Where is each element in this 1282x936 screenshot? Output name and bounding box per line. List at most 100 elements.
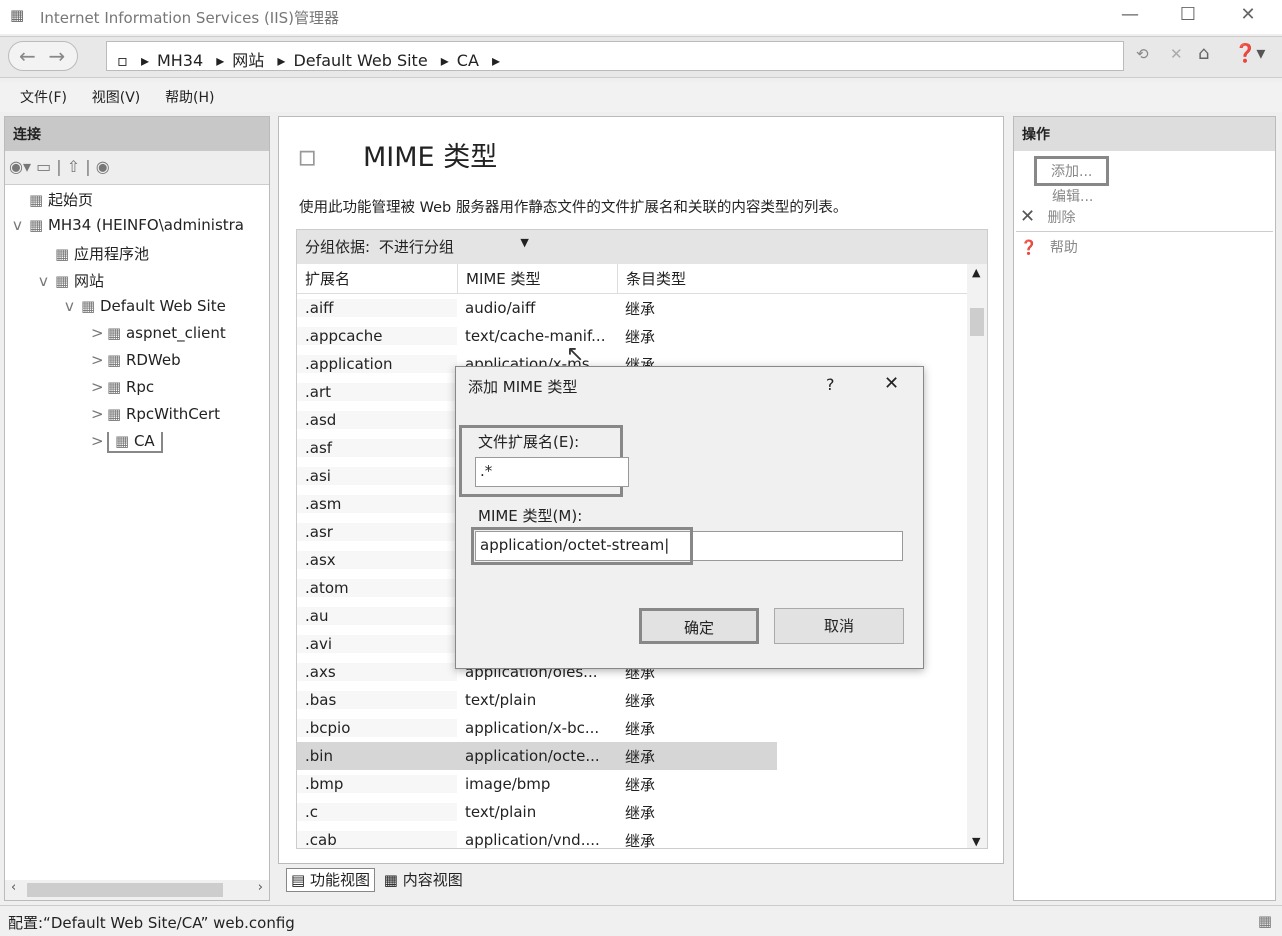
tree-node-label: 应用程序池 <box>73 245 149 263</box>
node-icon: ▦ <box>107 405 126 423</box>
breadcrumb-item[interactable]: Default Web Site <box>293 51 427 70</box>
group-by-select[interactable]: 不进行分组 ▼ <box>379 236 529 257</box>
node-icon: ▦ <box>29 216 48 234</box>
expand-icon[interactable]: > <box>91 351 107 369</box>
cell-extension: .aiff <box>297 299 457 317</box>
tree-node[interactable]: > ▦ RpcWithCert <box>5 405 269 432</box>
connections-tree: ▦ 起始页 v ▦ MH34 (HEINFO\administra ▦ 应用程序池… <box>5 185 269 459</box>
stop-icon[interactable]: ✕ <box>1170 45 1183 63</box>
dialog-close-button[interactable]: ✕ <box>884 373 899 394</box>
help-dropdown-icon[interactable]: ❓▾ <box>1234 43 1265 64</box>
cell-entry-type: 继承 <box>625 691 656 710</box>
cell-entry-type: 继承 <box>625 299 656 318</box>
back-forward-buttons[interactable]: ← → <box>8 41 78 71</box>
tab-label: 功能视图 <box>309 871 370 889</box>
node-icon: ▦ <box>107 378 126 396</box>
cell-extension: .axs <box>297 663 457 681</box>
node-icon: ▦ <box>81 297 100 315</box>
column-mime-type[interactable]: MIME 类型 <box>457 264 617 293</box>
table-row[interactable]: .bmp image/bmp 继承 <box>297 770 987 798</box>
menu-file[interactable]: 文件(F) <box>20 87 67 107</box>
menu-help[interactable]: 帮助(H) <box>165 87 214 107</box>
tree-node[interactable]: v ▦ MH34 (HEINFO\administra <box>5 216 269 243</box>
tree-node[interactable]: > ▦ Rpc <box>5 378 269 405</box>
cell-mime-type: application/octe... <box>465 747 600 765</box>
cancel-button[interactable]: 取消 <box>774 608 904 644</box>
column-entry-type[interactable]: 条目类型 <box>617 264 777 293</box>
tree-node[interactable]: ▦ 起始页 <box>5 189 269 216</box>
cell-mime-type: image/bmp <box>465 775 551 793</box>
cell-extension: .bmp <box>297 775 457 793</box>
expand-icon[interactable]: v <box>39 272 55 290</box>
table-row[interactable]: .appcache text/cache-manif... 继承 <box>297 322 987 350</box>
home-icon[interactable]: ⌂ <box>1198 43 1209 64</box>
table-row[interactable]: .cab application/vnd.... 继承 <box>297 826 987 849</box>
disconnect-icon[interactable]: ◉ <box>96 157 110 176</box>
cell-extension: .c <box>297 803 457 821</box>
expand-icon[interactable]: v <box>13 216 29 234</box>
status-text: 配置:“Default Web Site/CA” web.config <box>8 914 295 932</box>
tree-node[interactable]: v ▦ Default Web Site <box>5 297 269 324</box>
cell-mime-type: text/cache-manif... <box>465 327 606 345</box>
tree-node[interactable]: > ▦ RDWeb <box>5 351 269 378</box>
connect-icon[interactable]: ◉▾ <box>9 157 31 176</box>
table-row[interactable]: .bas text/plain 继承 <box>297 686 987 714</box>
tree-node-label: 网站 <box>73 272 104 290</box>
breadcrumb-item[interactable]: 网站 <box>232 51 264 70</box>
node-icon: ▦ <box>107 351 126 369</box>
expand-icon[interactable]: > <box>91 324 107 342</box>
tree-node[interactable]: > ▦ aspnet_client <box>5 324 269 351</box>
breadcrumb-item[interactable]: MH34 <box>157 51 203 70</box>
minimize-button[interactable]: — <box>1110 4 1150 25</box>
save-icon[interactable]: ▭ <box>36 157 51 176</box>
actions-title: 操作 <box>1014 117 1275 151</box>
tree-node-label: RpcWithCert <box>125 405 220 423</box>
delete-action[interactable]: 删除 <box>1048 210 1076 226</box>
column-extension[interactable]: 扩展名 <box>297 264 457 293</box>
cell-extension: .cab <box>297 831 457 848</box>
table-row[interactable]: .bcpio application/x-bc... 继承 <box>297 714 987 742</box>
expand-icon[interactable]: > <box>91 405 107 423</box>
expand-icon[interactable]: > <box>91 432 107 450</box>
dialog-help-button[interactable]: ? <box>826 375 835 394</box>
horizontal-scrollbar[interactable]: ‹ › <box>5 880 269 900</box>
close-button[interactable]: ✕ <box>1228 4 1268 25</box>
tree-node[interactable]: v ▦ 网站 <box>5 270 269 297</box>
table-row[interactable]: .c text/plain 继承 <box>297 798 987 826</box>
tree-node-label: RDWeb <box>125 351 181 369</box>
help-action[interactable]: 帮助 <box>1050 240 1078 256</box>
cell-extension: .bin <box>305 747 333 765</box>
cell-entry-type: 继承 <box>625 803 656 822</box>
grid-header: 扩展名 MIME 类型 条目类型 <box>297 264 987 294</box>
cell-entry-type: 继承 <box>625 831 656 849</box>
ok-button[interactable]: 确定 <box>639 608 759 644</box>
breadcrumb[interactable]: ▫ ▸ MH34 ▸ 网站 ▸ Default Web Site ▸ CA ▸ <box>106 41 1124 71</box>
cell-extension: .art <box>297 383 457 401</box>
expand-icon[interactable]: v <box>65 297 81 315</box>
node-icon: ▦ <box>107 324 126 342</box>
back-icon[interactable]: ← <box>19 44 36 68</box>
table-row[interactable]: .aiff audio/aiff 继承 <box>297 294 987 322</box>
tree-node[interactable]: ▦ 应用程序池 <box>5 243 269 270</box>
menu-view[interactable]: 视图(V) <box>92 87 141 107</box>
refresh-icon[interactable]: ⟲ <box>1136 45 1149 63</box>
table-row[interactable]: .bin application/octe... 继承 <box>297 742 777 770</box>
tab-features-view[interactable]: ▤ 功能视图 <box>286 868 375 892</box>
forward-icon[interactable]: → <box>48 44 65 68</box>
tab-content-view[interactable]: ▦ 内容视图 <box>380 869 467 891</box>
vertical-scrollbar[interactable]: ▲ ▼ <box>967 264 987 848</box>
tree-node[interactable]: > ▦ CA <box>5 432 269 459</box>
cell-extension: .asr <box>297 523 457 541</box>
breadcrumb-item[interactable]: CA <box>457 51 479 70</box>
node-icon: ▦ <box>29 191 48 209</box>
up-icon[interactable]: ⇧ <box>67 157 80 176</box>
add-action[interactable]: 添加... <box>1034 156 1110 186</box>
maximize-button[interactable]: ☐ <box>1168 4 1208 25</box>
cell-extension: .asf <box>297 439 457 457</box>
mouse-cursor-icon: ↖ <box>566 342 585 367</box>
view-tabs: ▤ 功能视图 ▦ 内容视图 <box>286 868 467 892</box>
group-by-bar: 分组依据: 不进行分组 ▼ <box>297 230 987 264</box>
extension-input[interactable]: .* <box>475 457 629 487</box>
menu-bar: 文件(F) 视图(V) 帮助(H) <box>0 82 1282 112</box>
expand-icon[interactable]: > <box>91 378 107 396</box>
